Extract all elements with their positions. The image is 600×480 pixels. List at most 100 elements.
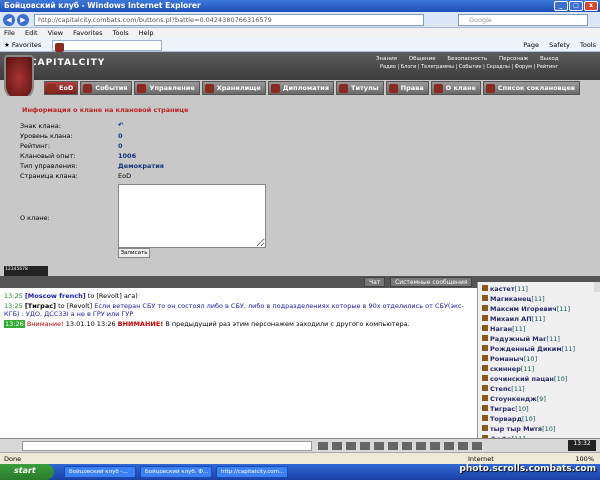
- toolbar-icon[interactable]: [346, 442, 356, 450]
- toolbar-icon[interactable]: [472, 442, 482, 450]
- toolbar-icon[interactable]: [332, 442, 342, 450]
- user-row[interactable]: Тиграс[10]: [482, 404, 596, 414]
- window-title: Бойцовский клуб - Windows Internet Explo…: [4, 1, 201, 10]
- zoom-level[interactable]: 100%: [575, 455, 594, 463]
- toolbar-icon[interactable]: [388, 442, 398, 450]
- user-name[interactable]: Торвард: [490, 415, 522, 423]
- tab-storage[interactable]: Хранилище: [201, 81, 266, 95]
- user-row[interactable]: Степс[11]: [482, 384, 596, 394]
- toolbar-icon[interactable]: [318, 442, 328, 450]
- user-name[interactable]: Радужный Маг: [490, 335, 547, 343]
- user-name[interactable]: тыр тыр Митя: [490, 425, 542, 433]
- chat-message: 13:26 Внимание! 13.01.10 13:26 ВНИМАНИЕ!…: [4, 320, 472, 328]
- user-row[interactable]: Рожденный Диким[11]: [482, 344, 596, 354]
- tab-management[interactable]: Управление: [134, 81, 200, 95]
- top-link-chat[interactable]: Общение: [409, 56, 436, 62]
- user-name[interactable]: Тиграс: [490, 405, 515, 413]
- clan-page-link[interactable]: EoD: [118, 172, 131, 180]
- toolbar-icon[interactable]: [458, 442, 468, 450]
- favorites-button[interactable]: ★ Favorites: [4, 41, 41, 49]
- user-row[interactable]: скиннер[11]: [482, 364, 596, 374]
- search-input[interactable]: Google: [458, 14, 588, 26]
- user-icon: [482, 345, 488, 351]
- user-icon: [482, 325, 488, 331]
- maximize-button[interactable]: □: [569, 1, 583, 11]
- tab-member-list[interactable]: Список соклановцев: [482, 81, 581, 95]
- user-level: [11]: [512, 325, 526, 333]
- tab-chat[interactable]: Чат: [364, 277, 386, 287]
- chat-sender[interactable]: [Тиграс]: [25, 302, 56, 310]
- about-clan-textarea[interactable]: [118, 184, 266, 248]
- page-menu[interactable]: Page: [523, 41, 539, 49]
- tab-titles[interactable]: Титулы: [336, 81, 384, 95]
- top-link-security[interactable]: Безопасность: [447, 56, 487, 62]
- menu-view[interactable]: View: [48, 29, 63, 37]
- back-arrow-icon[interactable]: ◀: [3, 14, 15, 26]
- tools-menu[interactable]: Tools: [580, 41, 596, 49]
- user-row[interactable]: Наган[11]: [482, 324, 596, 334]
- user-row[interactable]: Максим Игоревич[11]: [482, 304, 596, 314]
- toolbar-icon[interactable]: [402, 442, 412, 450]
- user-level: [11]: [561, 345, 575, 353]
- tab-system-messages[interactable]: Системные сообщения: [390, 277, 473, 287]
- address-input[interactable]: http://capitalcity.combats.com/buttons.p…: [34, 14, 424, 26]
- user-row[interactable]: Стоункендж[9]: [482, 394, 596, 404]
- menu-edit[interactable]: Edit: [25, 29, 38, 37]
- toolbar-icon[interactable]: [416, 442, 426, 450]
- user-row[interactable]: Магиканец[11]: [482, 294, 596, 304]
- top-link-character[interactable]: Персонаж: [499, 56, 528, 62]
- forward-arrow-icon[interactable]: ▶: [17, 14, 29, 26]
- toolbar-icon[interactable]: [360, 442, 370, 450]
- user-name[interactable]: Стоункендж: [490, 395, 537, 403]
- top-link-exit[interactable]: Выход: [540, 56, 559, 62]
- safety-menu[interactable]: Safety: [549, 41, 570, 49]
- favorites-bar: ★ Favorites Бойцовский клуб Page Safety …: [0, 38, 600, 52]
- menu-tools[interactable]: Tools: [113, 29, 129, 37]
- user-name[interactable]: кастет: [490, 285, 515, 293]
- menu-help[interactable]: Help: [139, 29, 154, 37]
- taskbar-item[interactable]: http://capitalcity.com...: [216, 466, 288, 478]
- menu-file[interactable]: File: [4, 29, 15, 37]
- user-name[interactable]: Степс: [490, 385, 511, 393]
- tab-events[interactable]: События: [80, 81, 133, 95]
- user-name[interactable]: Магиканец: [490, 295, 531, 303]
- user-name[interactable]: Михаил АП: [490, 315, 532, 323]
- chat-input[interactable]: [22, 441, 312, 451]
- user-row[interactable]: тыр тыр Митя[10]: [482, 424, 596, 434]
- tab-about-clan[interactable]: О клане: [430, 81, 481, 95]
- tab-diplomacy[interactable]: Дипломатия: [267, 81, 335, 95]
- user-row[interactable]: Михаил АП[11]: [482, 314, 596, 324]
- tab-eod[interactable]: EoD: [44, 81, 79, 95]
- minimize-button[interactable]: _: [554, 1, 568, 11]
- browser-tab[interactable]: Бойцовский клуб: [52, 40, 162, 52]
- toolbar-icon[interactable]: [444, 442, 454, 450]
- chat-recipient: to [Revolt] ага): [87, 292, 138, 300]
- user-row[interactable]: Радужный Маг[11]: [482, 334, 596, 344]
- sub-links[interactable]: Радио | Блоги | Телеграммы | Событие | С…: [380, 64, 558, 70]
- user-name[interactable]: Наган: [490, 325, 512, 333]
- toolbar-icon[interactable]: [430, 442, 440, 450]
- user-name[interactable]: скиннер: [490, 365, 521, 373]
- taskbar-item[interactable]: Бойцовский клуб. Ф...: [140, 466, 212, 478]
- user-name[interactable]: сочинский пацан: [490, 375, 554, 383]
- tab-rights[interactable]: Права: [385, 81, 429, 95]
- user-name[interactable]: Романыч: [490, 355, 524, 363]
- user-row[interactable]: Торвард[10]: [482, 414, 596, 424]
- user-name[interactable]: Рожденный Диким: [490, 345, 562, 353]
- user-row[interactable]: кастет[11]: [482, 284, 596, 294]
- close-button[interactable]: x: [584, 1, 598, 11]
- user-name[interactable]: Максим Игоревич: [490, 305, 557, 313]
- chat-sender[interactable]: [Moscow french]: [25, 292, 86, 300]
- taskbar-item[interactable]: Бойцовский клуб -...: [64, 466, 136, 478]
- menu-favorites[interactable]: Favorites: [73, 29, 102, 37]
- user-row[interactable]: сочинский пацан[10]: [482, 374, 596, 384]
- chat-date: 13.01.10 13:26: [65, 320, 116, 328]
- start-button[interactable]: start: [0, 464, 54, 480]
- user-row[interactable]: Романыч[10]: [482, 354, 596, 364]
- user-icon: [482, 285, 488, 291]
- save-button[interactable]: Записать: [118, 248, 150, 258]
- scrollbar[interactable]: [594, 282, 600, 292]
- user-level: [10]: [515, 405, 529, 413]
- toolbar-icon[interactable]: [374, 442, 384, 450]
- top-link-knowledge[interactable]: Знания: [376, 56, 397, 62]
